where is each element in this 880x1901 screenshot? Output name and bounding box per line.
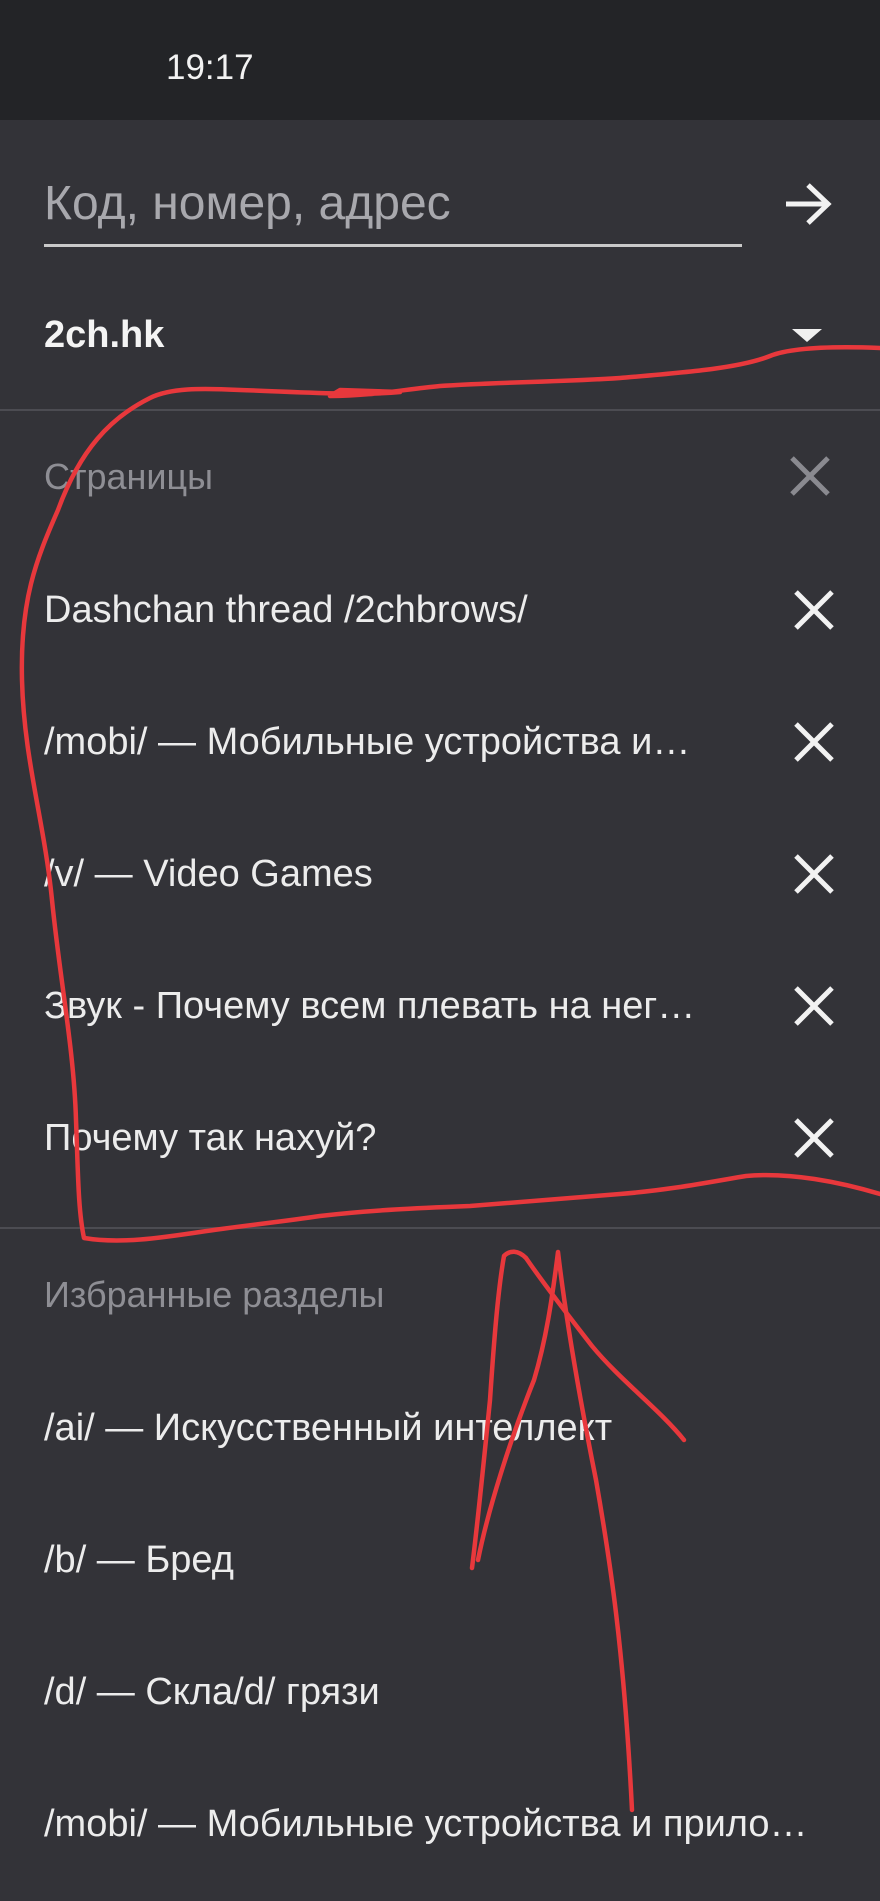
remove-page-button[interactable]: [792, 720, 836, 764]
remove-page-button[interactable]: [792, 1116, 836, 1160]
page-item[interactable]: Dashchan thread /2chbrows/: [44, 570, 836, 650]
close-icon: [794, 590, 834, 630]
favorite-board-label: /d/ — Скла/d/ грязи: [44, 1670, 380, 1713]
clock: 19:17: [166, 48, 254, 87]
favorite-board-label: /ai/ — Искусственный интеллект: [44, 1406, 613, 1449]
board-host: 2ch.hk: [44, 313, 165, 356]
pages-header: Страницы: [44, 456, 214, 497]
close-icon: [794, 1118, 834, 1158]
remove-page-button[interactable]: [792, 588, 836, 632]
search-input[interactable]: [44, 168, 742, 238]
favorite-board-item[interactable]: /mobi/ — Мобильные устройства и прило…: [44, 1784, 836, 1864]
page-item[interactable]: /mobi/ — Мобильные устройства и…: [44, 702, 836, 782]
hand-drawn-annotation: [19, 345, 880, 1813]
divider: [0, 409, 880, 411]
page-item-label: Почему так нахуй?: [44, 1116, 377, 1159]
page-item-label: Звук - Почему всем плевать на нег…: [44, 984, 696, 1027]
favorite-board-item[interactable]: /ai/ — Искусственный интеллект: [44, 1388, 836, 1468]
page-item-label: /v/ — Video Games: [44, 852, 373, 895]
close-icon: [794, 722, 834, 762]
favorite-board-label: /b/ — Бред: [44, 1538, 234, 1581]
close-icon: [794, 986, 834, 1026]
close-icon: [790, 456, 830, 496]
favorite-board-label: /mobi/ — Мобильные устройства и прило…: [44, 1802, 808, 1845]
remove-page-button[interactable]: [792, 852, 836, 896]
arrow-right-icon: [786, 183, 832, 225]
search-field[interactable]: [44, 168, 742, 247]
board-selector[interactable]: 2ch.hk: [44, 300, 836, 370]
page-item-label: Dashchan thread /2chbrows/: [44, 588, 528, 631]
page-item[interactable]: Звук - Почему всем плевать на нег…: [44, 966, 836, 1046]
favorites-header: Избранные разделы: [44, 1274, 385, 1315]
go-arrow-button[interactable]: [778, 174, 838, 234]
status-bar: 19:17: [0, 0, 880, 120]
close-icon: [794, 854, 834, 894]
divider: [0, 1227, 880, 1229]
clear-pages-button[interactable]: [788, 454, 832, 498]
page-item[interactable]: Почему так нахуй?: [44, 1098, 836, 1178]
page-item-label: /mobi/ — Мобильные устройства и…: [44, 720, 691, 763]
favorite-board-item[interactable]: /b/ — Бред: [44, 1520, 836, 1600]
remove-page-button[interactable]: [792, 984, 836, 1028]
page-item[interactable]: /v/ — Video Games: [44, 834, 836, 914]
chevron-down-icon: [792, 328, 822, 342]
favorite-board-item[interactable]: /d/ — Скла/d/ грязи: [44, 1652, 836, 1732]
